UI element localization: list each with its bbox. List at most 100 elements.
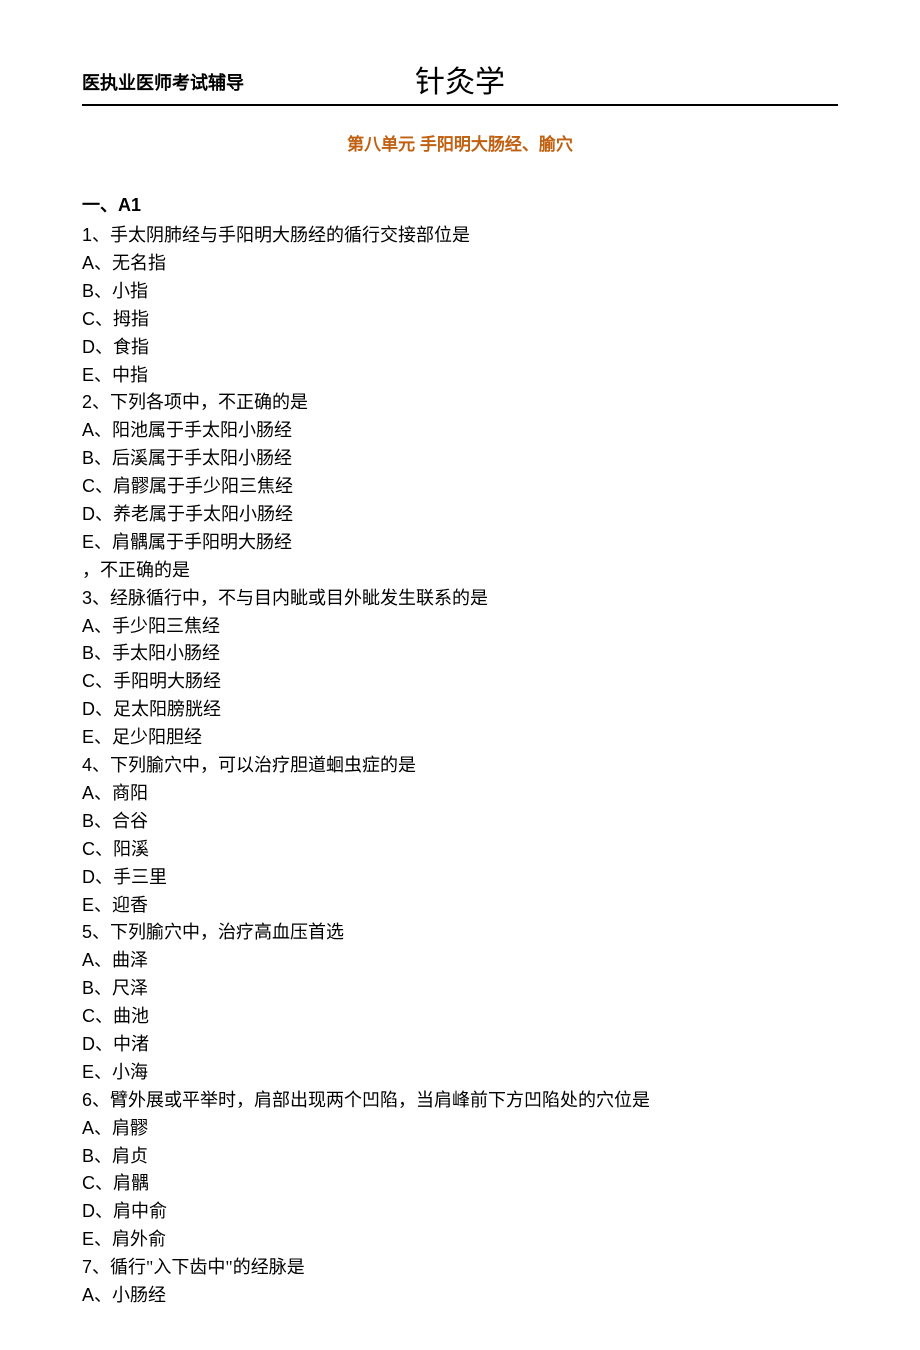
option-key: B xyxy=(82,978,94,998)
option-text: 、足太阳膀胱经 xyxy=(95,699,221,719)
option-text: 、曲泽 xyxy=(94,950,148,970)
question-stem: 6、臂外展或平举时，肩部出现两个凹陷，当肩峰前下方凹陷处的穴位是 xyxy=(82,1087,838,1115)
question-number: 7 xyxy=(82,1257,92,1277)
question-number: 1 xyxy=(82,225,92,245)
option-text: 、肩髃 xyxy=(95,1173,149,1193)
question-text: 、下列各项中，不正确的是 xyxy=(92,392,308,412)
option-line: A、商阳 xyxy=(82,780,838,808)
question-number: 4 xyxy=(82,755,92,775)
option-line: D、足太阳膀胱经 xyxy=(82,696,838,724)
option-line: C、肩髃 xyxy=(82,1170,838,1198)
question-stem: 1、手太阴肺经与手阳明大肠经的循行交接部位是 xyxy=(82,222,838,250)
option-line: E、迎香 xyxy=(82,892,838,920)
option-line: C、手阳明大肠经 xyxy=(82,668,838,696)
option-key: A xyxy=(82,783,94,803)
option-text: 、商阳 xyxy=(94,783,148,803)
option-text: 、合谷 xyxy=(94,811,148,831)
option-text: 、阳溪 xyxy=(95,839,149,859)
option-text: 、肩髎属于手少阳三焦经 xyxy=(95,476,293,496)
option-key: E xyxy=(82,532,94,552)
option-line: C、曲池 xyxy=(82,1003,838,1031)
option-line: C、肩髎属于手少阳三焦经 xyxy=(82,473,838,501)
question-stem: 7、循行"入下齿中"的经脉是 xyxy=(82,1254,838,1282)
option-line: D、手三里 xyxy=(82,864,838,892)
option-key: C xyxy=(82,476,95,496)
option-key: C xyxy=(82,309,95,329)
question-number: 5 xyxy=(82,922,92,942)
option-text: 、小指 xyxy=(94,281,148,301)
option-line: A、曲泽 xyxy=(82,947,838,975)
questions-container: 1、手太阴肺经与手阳明大肠经的循行交接部位是A、无名指B、小指C、拇指D、食指E… xyxy=(82,222,838,1310)
option-text: 、曲池 xyxy=(95,1006,149,1026)
question-text: 、臂外展或平举时，肩部出现两个凹陷，当肩峰前下方凹陷处的穴位是 xyxy=(92,1090,650,1110)
page: 医执业医师考试辅导 针灸学 第八单元 手阳明大肠经、腧穴 一、A1 1、手太阴肺… xyxy=(0,0,920,1350)
option-text: 、阳池属于手太阳小肠经 xyxy=(94,420,292,440)
option-text: 、足少阳胆经 xyxy=(94,727,202,747)
option-key: D xyxy=(82,867,95,887)
question-stem: 3、经脉循行中，不与目内眦或目外眦发生联系的是 xyxy=(82,585,838,613)
option-line: B、手太阳小肠经 xyxy=(82,640,838,668)
option-key: A xyxy=(82,1118,94,1138)
option-key: E xyxy=(82,727,94,747)
option-key: C xyxy=(82,1006,95,1026)
option-text: 、肩贞 xyxy=(94,1146,148,1166)
option-key: E xyxy=(82,895,94,915)
option-key: D xyxy=(82,699,95,719)
option-text: 、肩外俞 xyxy=(94,1229,166,1249)
option-line: A、无名指 xyxy=(82,250,838,278)
option-line: E、肩外俞 xyxy=(82,1226,838,1254)
option-key: C xyxy=(82,839,95,859)
option-key: E xyxy=(82,1229,94,1249)
option-key: A xyxy=(82,616,94,636)
option-key: B xyxy=(82,643,94,663)
option-line: D、肩中俞 xyxy=(82,1198,838,1226)
question-stem: 5、下列腧穴中，治疗高血压首选 xyxy=(82,919,838,947)
option-key: A xyxy=(82,253,94,273)
option-key: B xyxy=(82,1146,94,1166)
option-key: B xyxy=(82,281,94,301)
extra-line: ，不正确的是 xyxy=(82,557,838,585)
option-key: D xyxy=(82,337,95,357)
option-line: C、拇指 xyxy=(82,306,838,334)
option-text: 、中指 xyxy=(94,365,148,385)
question-number: 3 xyxy=(82,588,92,608)
option-key: B xyxy=(82,811,94,831)
question-text: 、经脉循行中，不与目内眦或目外眦发生联系的是 xyxy=(92,588,488,608)
question-text: 、循行"入下齿中"的经脉是 xyxy=(92,1257,305,1277)
option-text: 、小海 xyxy=(94,1062,148,1082)
question-number: 2 xyxy=(82,392,92,412)
question-number: 6 xyxy=(82,1090,92,1110)
option-line: A、肩髎 xyxy=(82,1115,838,1143)
option-line: E、中指 xyxy=(82,362,838,390)
option-text: 、手少阳三焦经 xyxy=(94,616,220,636)
option-text: 、手阳明大肠经 xyxy=(95,671,221,691)
option-line: B、后溪属于手太阳小肠经 xyxy=(82,445,838,473)
question-text: 、下列腧穴中，可以治疗胆道蛔虫症的是 xyxy=(92,755,416,775)
option-line: D、中渚 xyxy=(82,1031,838,1059)
option-line: C、阳溪 xyxy=(82,836,838,864)
option-text: 、养老属于手太阳小肠经 xyxy=(95,504,293,524)
option-text: 、肩髃属于手阳明大肠经 xyxy=(94,532,292,552)
option-text: 、肩髎 xyxy=(94,1118,148,1138)
option-key: E xyxy=(82,1062,94,1082)
option-key: C xyxy=(82,671,95,691)
option-line: D、养老属于手太阳小肠经 xyxy=(82,501,838,529)
option-text: 、无名指 xyxy=(94,253,166,273)
option-key: D xyxy=(82,1201,95,1221)
option-text: 、拇指 xyxy=(95,309,149,329)
option-key: A xyxy=(82,950,94,970)
option-line: B、小指 xyxy=(82,278,838,306)
option-text: 、手太阳小肠经 xyxy=(94,643,220,663)
option-line: E、肩髃属于手阳明大肠经 xyxy=(82,529,838,557)
option-text: 、后溪属于手太阳小肠经 xyxy=(94,448,292,468)
unit-title: 第八单元 手阳明大肠经、腧穴 xyxy=(82,132,838,158)
option-text: 、中渚 xyxy=(95,1034,149,1054)
question-stem: 4、下列腧穴中，可以治疗胆道蛔虫症的是 xyxy=(82,752,838,780)
section-label: 一、A1 xyxy=(82,192,838,220)
option-line: B、肩贞 xyxy=(82,1143,838,1171)
option-key: D xyxy=(82,1034,95,1054)
option-line: A、手少阳三焦经 xyxy=(82,613,838,641)
option-key: D xyxy=(82,504,95,524)
option-text: 、手三里 xyxy=(95,867,167,887)
option-text: 、肩中俞 xyxy=(95,1201,167,1221)
